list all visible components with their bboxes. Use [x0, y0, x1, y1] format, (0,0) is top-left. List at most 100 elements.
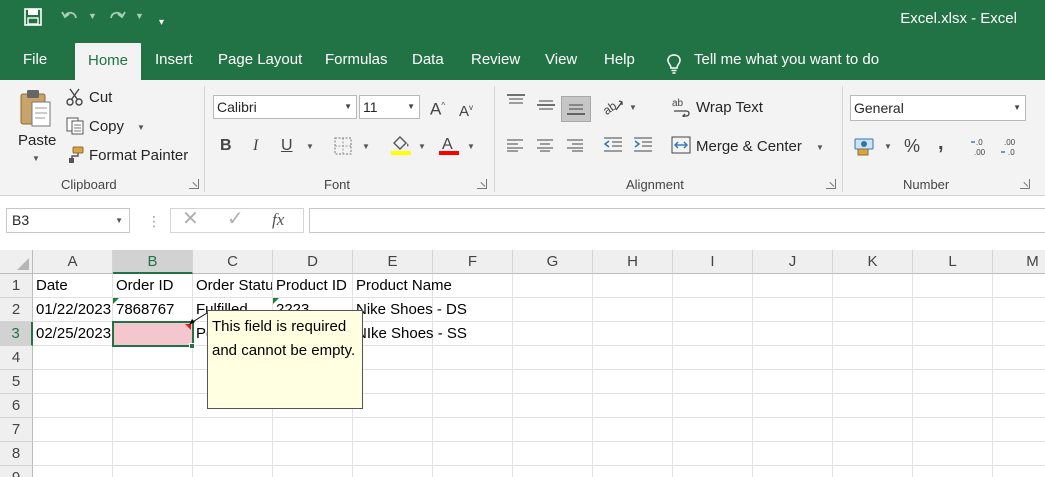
copy-button[interactable]: Copy	[89, 118, 124, 135]
row-header-1[interactable]: 1	[0, 274, 33, 298]
grid-cell[interactable]	[913, 298, 993, 322]
grid-cell[interactable]	[513, 346, 593, 370]
grid-cell[interactable]	[993, 370, 1045, 394]
grid-cell[interactable]	[433, 442, 513, 466]
active-cell-b3[interactable]	[112, 321, 194, 347]
grid-cell[interactable]	[833, 322, 913, 346]
column-header-f[interactable]: F	[433, 250, 513, 274]
grid-cell[interactable]	[513, 322, 593, 346]
grid-cell[interactable]	[353, 346, 433, 370]
grid-cell[interactable]	[33, 466, 113, 477]
cut-button[interactable]: Cut	[89, 89, 112, 106]
grid-cell[interactable]	[673, 418, 753, 442]
align-left-icon[interactable]	[506, 138, 524, 157]
align-middle-icon[interactable]	[536, 99, 556, 118]
tab-home[interactable]: Home	[75, 43, 141, 80]
borders-icon[interactable]	[334, 137, 352, 160]
font-launcher-icon[interactable]	[477, 179, 487, 189]
grid-cell[interactable]	[113, 442, 193, 466]
wrap-text-button[interactable]: Wrap Text	[696, 99, 763, 116]
cell-b1[interactable]: Order ID	[113, 274, 193, 298]
decrease-font-size-icon[interactable]: Av	[459, 99, 473, 121]
grid-cell[interactable]	[833, 346, 913, 370]
grid-cell[interactable]	[993, 322, 1045, 346]
align-center-icon[interactable]	[536, 138, 554, 157]
grid-cell[interactable]	[193, 418, 273, 442]
tab-review[interactable]: Review	[459, 40, 532, 80]
row-header-8[interactable]: 8	[0, 442, 33, 466]
column-header-b[interactable]: B	[113, 250, 193, 274]
tab-formulas[interactable]: Formulas	[313, 40, 400, 80]
merge-dropdown-icon[interactable]: ▼	[816, 143, 824, 152]
grid-cell[interactable]	[993, 442, 1045, 466]
grid-cell[interactable]	[33, 346, 113, 370]
row-header-4[interactable]: 4	[0, 346, 33, 370]
name-box[interactable]: B3 ▼	[6, 208, 130, 233]
grid-cell[interactable]	[273, 466, 353, 477]
increase-font-size-icon[interactable]: A^	[430, 97, 445, 119]
cell-e1[interactable]: Product Name	[353, 274, 452, 298]
grid-cell[interactable]	[753, 346, 833, 370]
grid-cell[interactable]	[833, 370, 913, 394]
tell-me-search[interactable]: Tell me what you want to do	[666, 40, 879, 80]
clipboard-launcher-icon[interactable]	[189, 179, 199, 189]
grid-cell[interactable]	[353, 370, 433, 394]
tab-view[interactable]: View	[533, 40, 589, 80]
grid-cell[interactable]	[513, 394, 593, 418]
grid-cell[interactable]	[113, 370, 193, 394]
grid-cell[interactable]	[753, 442, 833, 466]
grid-cell[interactable]	[913, 370, 993, 394]
decrease-decimal-icon[interactable]: .00.0	[1000, 137, 1022, 162]
undo-dropdown-icon[interactable]: ▼	[88, 11, 97, 21]
number-format-combo[interactable]: General ▼	[850, 95, 1026, 121]
grid-cell[interactable]	[113, 418, 193, 442]
enter-check-icon[interactable]: ✓	[227, 209, 244, 229]
grid-cell[interactable]	[993, 418, 1045, 442]
tab-data[interactable]: Data	[400, 40, 456, 80]
tab-file[interactable]: File	[11, 40, 59, 80]
tab-insert[interactable]: Insert	[143, 40, 205, 80]
comma-style-icon[interactable]: ,	[938, 133, 944, 153]
grid-cell[interactable]	[673, 442, 753, 466]
percent-style-icon[interactable]: %	[904, 137, 920, 155]
grid-cell[interactable]	[33, 442, 113, 466]
grid-cell[interactable]	[673, 322, 753, 346]
undo-icon[interactable]	[60, 8, 80, 32]
italic-button[interactable]: I	[253, 137, 258, 155]
grid-cell[interactable]	[753, 274, 833, 298]
grid-cell[interactable]	[433, 346, 513, 370]
column-header-m[interactable]: M	[993, 250, 1045, 274]
grid-cell[interactable]	[833, 274, 913, 298]
select-all-corner[interactable]	[0, 250, 33, 274]
font-size-combo[interactable]: 11 ▼	[359, 95, 420, 119]
column-header-a[interactable]: A	[33, 250, 113, 274]
merge-center-button[interactable]: Merge & Center	[696, 138, 802, 155]
column-header-c[interactable]: C	[193, 250, 273, 274]
grid-cell[interactable]	[513, 370, 593, 394]
grid-cell[interactable]	[913, 466, 993, 477]
grid-cell[interactable]	[993, 298, 1045, 322]
grid-cell[interactable]	[993, 346, 1045, 370]
grid-cell[interactable]	[353, 418, 433, 442]
grid-cell[interactable]	[513, 298, 593, 322]
grid-cell[interactable]	[33, 418, 113, 442]
orientation-icon[interactable]: ab	[600, 96, 624, 121]
grid-cell[interactable]	[593, 346, 673, 370]
grid-cell[interactable]	[913, 274, 993, 298]
grid-cell[interactable]	[673, 346, 753, 370]
orientation-dropdown-icon[interactable]: ▼	[629, 103, 637, 112]
row-header-5[interactable]: 5	[0, 370, 33, 394]
grid-cell[interactable]	[593, 418, 673, 442]
grid-cell[interactable]	[993, 466, 1045, 477]
grid-cell[interactable]	[673, 466, 753, 477]
grid-cell[interactable]	[753, 394, 833, 418]
align-right-icon[interactable]	[566, 138, 584, 157]
grid-cell[interactable]	[433, 418, 513, 442]
grid-cell[interactable]	[593, 394, 673, 418]
grid-cell[interactable]	[33, 394, 113, 418]
grid-cell[interactable]	[833, 418, 913, 442]
column-header-g[interactable]: G	[513, 250, 593, 274]
column-header-d[interactable]: D	[273, 250, 353, 274]
accounting-format-icon[interactable]	[854, 136, 876, 161]
row-header-3[interactable]: 3	[0, 322, 33, 346]
